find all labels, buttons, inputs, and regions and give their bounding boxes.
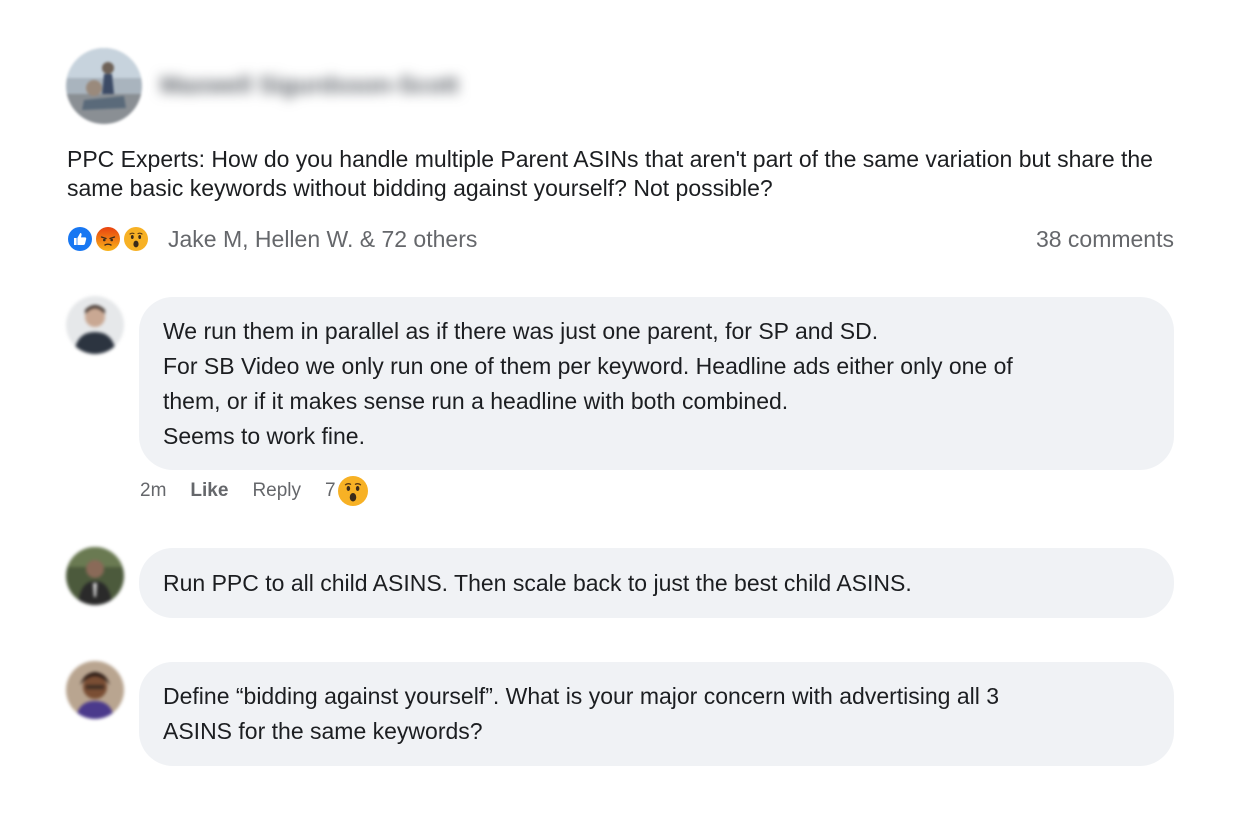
like-icon [66,225,94,253]
comment-text: Run PPC to all child ASINS. Then scale b… [163,566,912,601]
comments-count[interactable]: 38 comments [1036,226,1174,253]
comment-line: Run PPC to all child ASINS. Then scale b… [163,569,912,596]
author-name[interactable]: Maxwell Sigurdsson-Scott [160,72,459,100]
comment-line: them, or if it makes sense run a headlin… [163,387,789,414]
comment-line: We run them in parallel as if there was … [163,317,879,344]
reactions-bar: Jake M, Hellen W. & 72 others 38 comment… [66,222,1174,256]
post-header: Maxwell Sigurdsson-Scott [66,48,459,124]
reactors-summary[interactable]: Jake M, Hellen W. & 72 others [168,226,477,253]
angry-icon [94,225,122,253]
comment-reaction-count[interactable]: 7 [325,480,336,502]
reaction-icons[interactable] [66,224,152,254]
comment-line: ASINS for the same keywords? [163,718,483,744]
comment-bubble: Define “bidding against yourself”. What … [139,662,1174,766]
comment-bubble: Run PPC to all child ASINS. Then scale b… [139,548,1174,618]
comment-text: We run them in parallel as if there was … [163,314,1013,454]
reply-button[interactable]: Reply [252,480,301,502]
commenter-avatar[interactable] [66,296,124,354]
comment-line: For SB Video we only run one of them per… [163,352,1013,379]
author-avatar[interactable] [66,48,142,124]
comment-bubble: We run them in parallel as if there was … [139,297,1174,470]
post-text: PPC Experts: How do you handle multiple … [67,146,1153,201]
commenter-avatar[interactable] [66,547,124,605]
comment-line: Define “bidding against yourself”. What … [163,683,1000,709]
comment-time[interactable]: 2m [140,480,166,502]
wow-icon[interactable] [337,476,368,506]
like-button[interactable]: Like [190,480,228,502]
comment-line: Seems to work fine. [163,422,365,449]
comment-text: Define “bidding against yourself”. What … [163,679,999,749]
comment-meta: 2m Like Reply 7 [140,474,368,508]
commenter-avatar[interactable] [66,661,124,719]
wow-icon [122,225,150,253]
